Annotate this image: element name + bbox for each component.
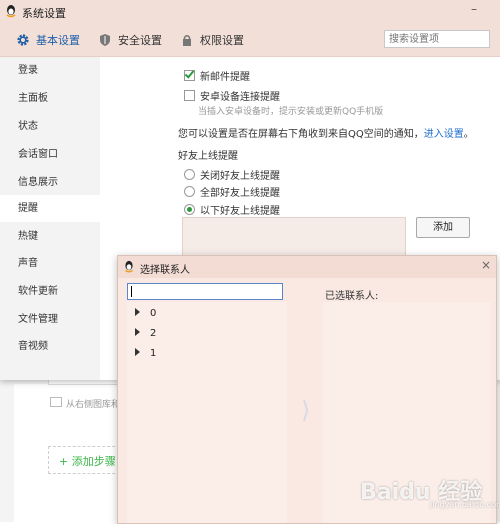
qzone-period: 。	[463, 129, 474, 140]
sidebar-item-status[interactable]: 状态	[0, 113, 100, 140]
add-step-button[interactable]: + 添加步骤	[48, 446, 120, 474]
lock-icon	[183, 35, 191, 46]
sidebar-item-hotkeys[interactable]: 热键	[0, 223, 100, 250]
radio-row-all[interactable]: 全部好友上线提醒	[184, 184, 280, 199]
shield-icon	[100, 34, 110, 46]
qzone-info-text: 您可以设置是否在屏幕右下角收到来自QQ空间的通知，	[178, 129, 424, 140]
sidebar-item-sound[interactable]: 声音	[0, 250, 100, 277]
expand-arrow-icon[interactable]	[135, 328, 140, 336]
sidebar-item-login[interactable]: 登录	[0, 57, 100, 84]
sidebar-item-reminder[interactable]: 提醒	[0, 195, 100, 222]
radio-following-label: 以下好友上线提醒	[200, 206, 280, 217]
expand-arrow-icon[interactable]	[135, 348, 140, 356]
radio-following[interactable]	[184, 204, 195, 215]
qzone-info: 您可以设置是否在屏幕右下角收到来自QQ空间的通知，进入设置。	[178, 125, 474, 140]
group-item[interactable]: 0	[135, 308, 156, 319]
radio-off[interactable]	[184, 169, 195, 180]
tab-basic-label: 基本设置	[36, 34, 80, 47]
android-connect-checkbox-row[interactable]: 安卓设备连接提醒	[184, 88, 280, 103]
radio-off-label: 关闭好友上线提醒	[200, 171, 280, 182]
sidebar-item-file-management[interactable]: 文件管理	[0, 306, 100, 333]
expand-arrow-icon[interactable]	[135, 308, 140, 316]
sidebar-item-audio-video[interactable]: 音视频	[0, 333, 100, 360]
radio-all[interactable]	[184, 186, 195, 197]
minimize-button[interactable]: –	[466, 2, 482, 18]
android-connect-label: 安卓设备连接提醒	[200, 92, 280, 103]
close-button[interactable]: ×	[478, 258, 494, 274]
add-selected-arrow-icon[interactable]: ⟩	[301, 396, 310, 424]
tab-security-settings[interactable]: 安全设置	[98, 32, 162, 50]
settings-search-input[interactable]	[384, 30, 490, 48]
sidebar: 登录 主面板 状态 会话窗口 信息展示 提醒 热键 声音 软件更新 文件管理 音…	[0, 57, 100, 380]
group-label: 0	[150, 308, 157, 319]
sidebar-item-chat-window[interactable]: 会话窗口	[0, 141, 100, 168]
group-label: 2	[150, 328, 157, 339]
radio-all-label: 全部好友上线提醒	[200, 188, 280, 199]
tab-security-label: 安全设置	[118, 34, 162, 47]
gear-icon	[17, 34, 29, 46]
selected-contacts-label: 已选联系人:	[325, 291, 379, 302]
add-button[interactable]: 添加	[416, 217, 470, 238]
qzone-settings-link[interactable]: 进入设置	[424, 129, 464, 140]
tab-permission-settings[interactable]: 权限设置	[180, 32, 244, 50]
title-bar: 系统设置 –	[0, 0, 500, 24]
android-connect-checkbox[interactable]	[184, 90, 195, 101]
new-mail-label: 新邮件提醒	[200, 72, 250, 83]
new-mail-checkbox[interactable]	[184, 70, 195, 81]
sidebar-item-info-display[interactable]: 信息展示	[0, 169, 100, 196]
friend-online-heading: 好友上线提醒	[178, 151, 238, 162]
tab-permission-label: 权限设置	[200, 34, 244, 47]
image-hint: 从右侧图库和	[66, 400, 121, 410]
dialog-title: 选择联系人	[140, 265, 190, 276]
tab-bar: 基本设置 安全设置 权限设置	[0, 24, 500, 57]
sidebar-item-main-panel[interactable]: 主面板	[0, 85, 100, 112]
radio-row-off[interactable]: 关闭好友上线提醒	[184, 167, 280, 182]
qq-logo-icon	[125, 260, 133, 273]
window-title: 系统设置	[22, 7, 66, 20]
contact-search-input[interactable]	[127, 283, 283, 300]
group-item[interactable]: 1	[135, 348, 156, 359]
sidebar-item-software-update[interactable]: 软件更新	[0, 278, 100, 305]
watermark-url: jingyan.baidu.com	[430, 500, 500, 509]
new-mail-checkbox-row[interactable]: 新邮件提醒	[184, 68, 250, 83]
qq-logo-icon	[6, 5, 16, 18]
contact-group-tree: 0 2 1	[127, 302, 287, 523]
add-step-label: + 添加步骤	[59, 455, 116, 468]
text-caret	[131, 286, 132, 297]
group-item[interactable]: 2	[135, 328, 156, 339]
tab-basic-settings[interactable]: 基本设置	[16, 32, 80, 50]
group-label: 1	[150, 348, 157, 359]
baidu-watermark: Baidu 经验 jingyan.baidu.com	[360, 470, 500, 514]
radio-row-following[interactable]: 以下好友上线提醒	[184, 202, 280, 217]
android-hint: 当插入安卓设备时，提示安装或更新QQ手机版	[198, 107, 384, 117]
image-icon	[50, 397, 62, 407]
dialog-title-bar: 选择联系人 ×	[118, 256, 496, 278]
